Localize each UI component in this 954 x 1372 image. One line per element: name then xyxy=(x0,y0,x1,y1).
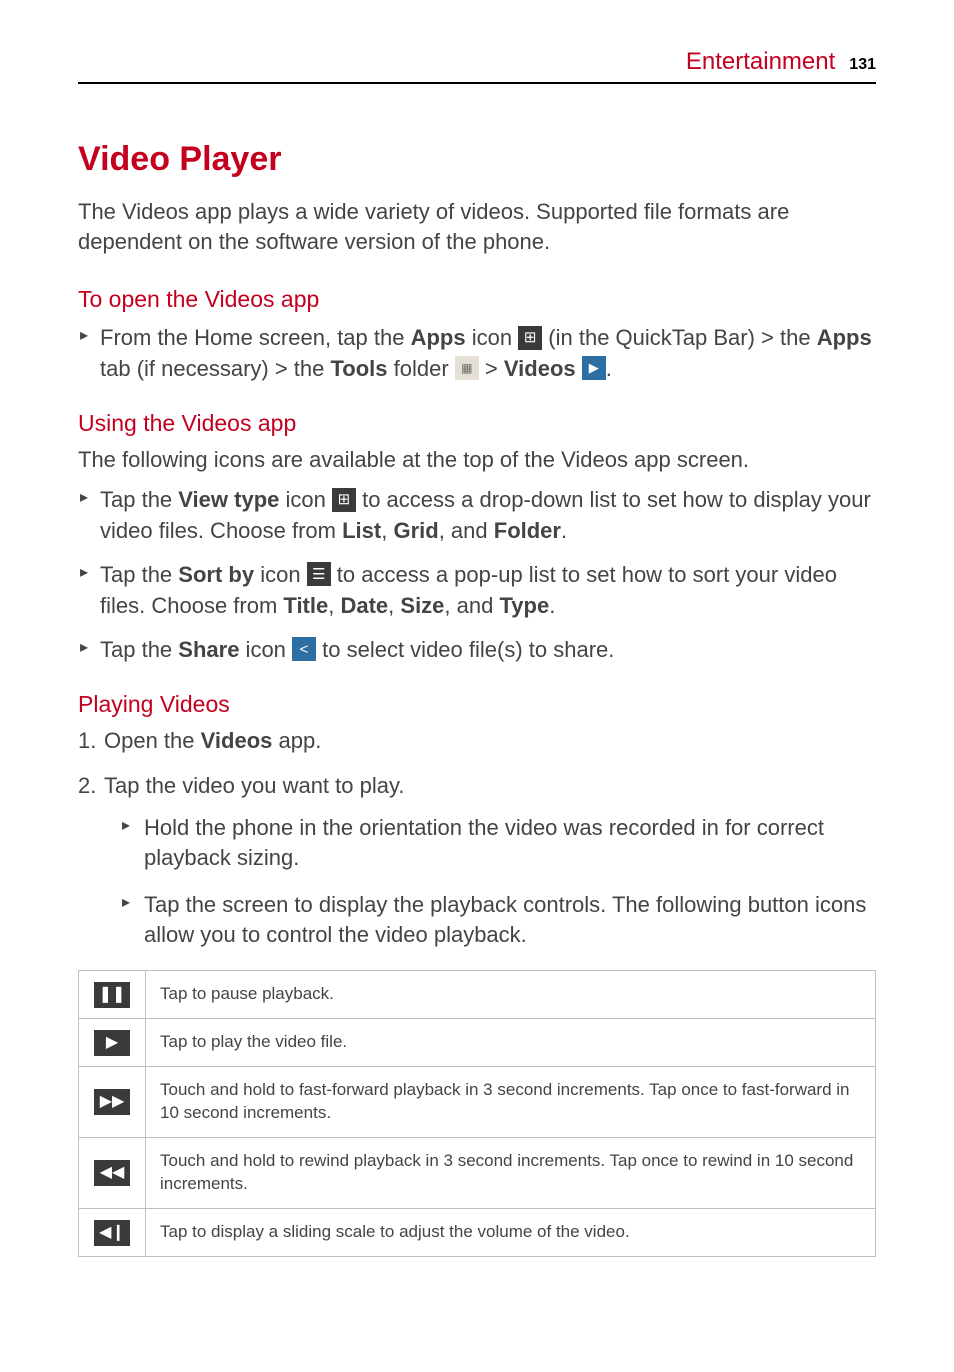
intro-text: The Videos app plays a wide variety of v… xyxy=(78,197,876,256)
using-item-view-type: Tap the View type icon ⊞ to access a dro… xyxy=(78,485,876,546)
option-size: Size xyxy=(400,593,444,618)
text: icon xyxy=(279,487,332,512)
page: Entertainment 131 Video Player The Video… xyxy=(0,0,954,1372)
icon-cell: ▶▶ xyxy=(79,1067,146,1138)
using-app-list: Tap the View type icon ⊞ to access a dro… xyxy=(78,485,876,665)
playing-substep-controls: Tap the screen to display the playback c… xyxy=(122,890,876,951)
text: . xyxy=(606,356,612,381)
option-title: Title xyxy=(283,593,328,618)
desc-cell: Tap to play the video file. xyxy=(146,1019,876,1067)
table-row: ◀◀ Touch and hold to rewind playback in … xyxy=(79,1138,876,1209)
text: , xyxy=(388,593,400,618)
desc-cell: Tap to display a sliding scale to adjust… xyxy=(146,1209,876,1257)
text: tab (if necessary) > the xyxy=(100,356,331,381)
apps-icon: ⊞ xyxy=(518,326,542,350)
step-number: 1. xyxy=(78,726,96,756)
text: folder xyxy=(388,356,455,381)
tools-folder-icon: ▦ xyxy=(455,356,479,380)
share-icon: < xyxy=(292,637,316,661)
playing-substeps: Hold the phone in the orientation the vi… xyxy=(122,813,876,950)
open-app-item: From the Home screen, tap the Apps icon … xyxy=(78,323,876,384)
using-item-sort-by: Tap the Sort by icon ☰ to access a pop-u… xyxy=(78,560,876,621)
icon-cell: ◀❙ xyxy=(79,1209,146,1257)
sort-by-icon: ☰ xyxy=(307,562,331,586)
text: > xyxy=(479,356,504,381)
option-folder: Folder xyxy=(494,518,561,543)
view-type-label: View type xyxy=(178,487,279,512)
text: From the Home screen, tap the xyxy=(100,325,411,350)
option-date: Date xyxy=(340,593,388,618)
icon-cell: ◀◀ xyxy=(79,1138,146,1209)
text: icon xyxy=(239,637,292,662)
text: to select video file(s) to share. xyxy=(316,637,614,662)
desc-cell: Tap to pause playback. xyxy=(146,971,876,1019)
option-type: Type xyxy=(499,593,549,618)
playing-substep-orientation: Hold the phone in the orientation the vi… xyxy=(122,813,876,874)
tools-label: Tools xyxy=(331,356,388,381)
text: (in the QuickTap Bar) > the xyxy=(542,325,817,350)
apps-label: Apps xyxy=(411,325,466,350)
play-icon: ▶ xyxy=(94,1030,130,1056)
text: , and xyxy=(444,593,499,618)
header-page-number: 131 xyxy=(849,56,876,74)
share-label: Share xyxy=(178,637,239,662)
table-row: ◀❙ Tap to display a sliding scale to adj… xyxy=(79,1209,876,1257)
text: icon xyxy=(254,562,307,587)
view-type-icon: ⊞ xyxy=(332,488,356,512)
desc-cell: Touch and hold to fast-forward playback … xyxy=(146,1067,876,1138)
desc-cell: Touch and hold to rewind playback in 3 s… xyxy=(146,1138,876,1209)
page-header: Entertainment 131 xyxy=(78,48,876,84)
using-app-intro: The following icons are available at the… xyxy=(78,445,876,475)
text: . xyxy=(561,518,567,543)
subheading-using-app: Using the Videos app xyxy=(78,410,876,437)
text: Tap the xyxy=(100,637,178,662)
text: Tap the video you want to play. xyxy=(104,773,404,798)
pause-icon: ❚❚ xyxy=(94,982,130,1008)
step-number: 2. xyxy=(78,771,96,801)
fast-forward-icon: ▶▶ xyxy=(94,1089,130,1115)
text: app. xyxy=(272,728,321,753)
sort-by-label: Sort by xyxy=(178,562,254,587)
text: . xyxy=(549,593,555,618)
open-app-list: From the Home screen, tap the Apps icon … xyxy=(78,323,876,384)
icon-cell: ▶ xyxy=(79,1019,146,1067)
table-row: ❚❚ Tap to pause playback. xyxy=(79,971,876,1019)
videos-app-label: Videos xyxy=(201,728,273,753)
option-list: List xyxy=(342,518,381,543)
text: icon xyxy=(466,325,519,350)
playing-step-2: 2. Tap the video you want to play. Hold … xyxy=(78,771,876,951)
apps-tab-label: Apps xyxy=(817,325,872,350)
table-row: ▶ Tap to play the video file. xyxy=(79,1019,876,1067)
text: , xyxy=(381,518,393,543)
playback-controls-table: ❚❚ Tap to pause playback. ▶ Tap to play … xyxy=(78,970,876,1257)
text: Tap the xyxy=(100,487,178,512)
videos-icon: ▶ xyxy=(582,356,606,380)
option-grid: Grid xyxy=(393,518,438,543)
text: , xyxy=(328,593,340,618)
volume-icon: ◀❙ xyxy=(94,1220,130,1246)
subheading-open-app: To open the Videos app xyxy=(78,286,876,313)
using-item-share: Tap the Share icon < to select video fil… xyxy=(78,635,876,665)
text: Tap the xyxy=(100,562,178,587)
text: Open the xyxy=(104,728,201,753)
table-row: ▶▶ Touch and hold to fast-forward playba… xyxy=(79,1067,876,1138)
page-title: Video Player xyxy=(78,140,876,179)
videos-label: Videos xyxy=(504,356,576,381)
playing-steps: 1. Open the Videos app. 2. Tap the video… xyxy=(78,726,876,950)
text: , and xyxy=(439,518,494,543)
rewind-icon: ◀◀ xyxy=(94,1160,130,1186)
icon-cell: ❚❚ xyxy=(79,971,146,1019)
header-section: Entertainment xyxy=(686,48,835,76)
playing-step-1: 1. Open the Videos app. xyxy=(78,726,876,756)
subheading-playing: Playing Videos xyxy=(78,691,876,718)
